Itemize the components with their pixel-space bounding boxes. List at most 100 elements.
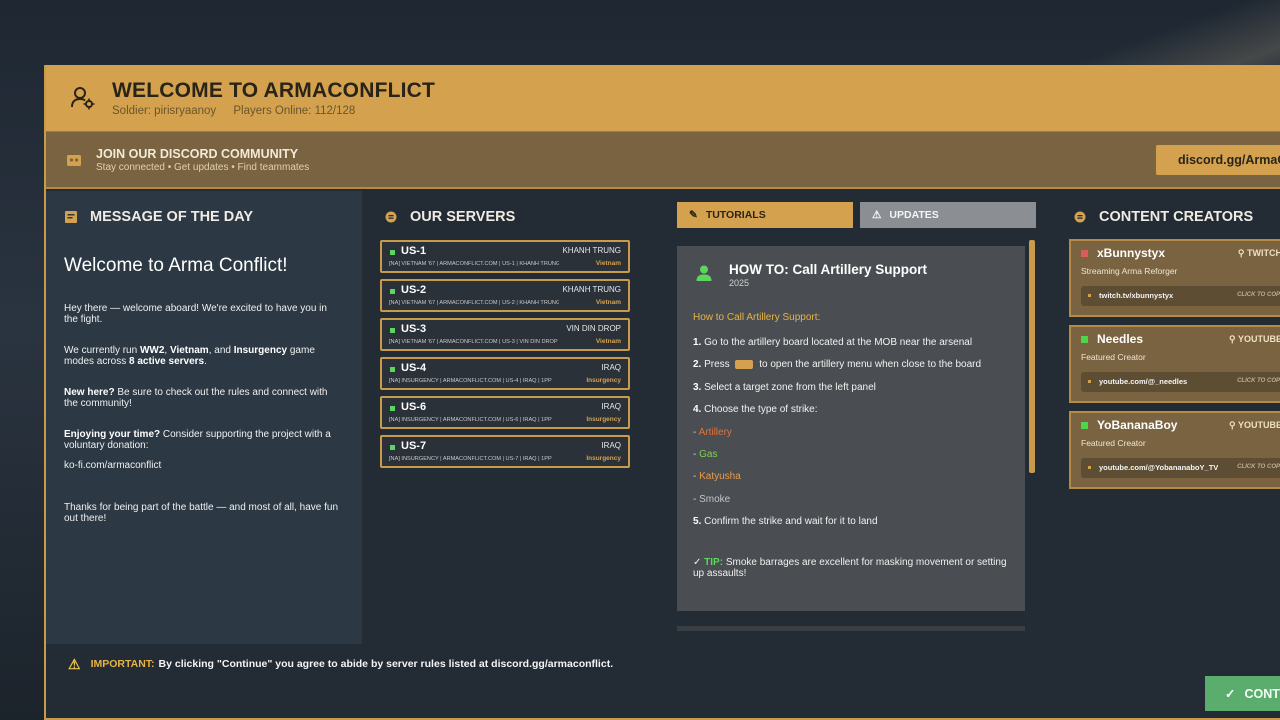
creator-list: xBunnystyx ⚲ TWITCH Streaming Arma Reforge… xyxy=(1069,239,1280,489)
community-icon xyxy=(67,154,81,166)
next-tutorial-card-edge xyxy=(677,626,1025,631)
scrollbar[interactable] xyxy=(1029,240,1035,473)
tutorial-step: 3. Select a target zone from the left pa… xyxy=(693,381,876,393)
live-status-icon xyxy=(1081,422,1088,429)
platform-icon: ⚲ xyxy=(1229,420,1238,430)
server-mode: Insurgency xyxy=(586,455,621,462)
book-icon xyxy=(65,211,77,223)
online-status-icon xyxy=(390,367,395,372)
tab-tutorials[interactable]: ✎ TUTORIALS xyxy=(677,202,853,228)
motd-paragraph: Thanks for being part of the battle — an… xyxy=(64,502,339,524)
motd-paragraph: Hey there — welcome aboard! We're excite… xyxy=(64,303,327,325)
creator-name: xBunnystyx xyxy=(1097,246,1166,260)
warning-icon: ⚠ xyxy=(872,209,882,221)
creator-card: Needles ⚲ YOUTUBE Featured Creator youtube.… xyxy=(1069,325,1280,403)
server-row[interactable]: US-4 IRAQ [NA] INSURGENCY | ARMACONFLICT.C… xyxy=(380,357,630,390)
strike-option: - Gas xyxy=(693,448,718,460)
server-name: US-6 xyxy=(401,401,427,413)
server-name: US-4 xyxy=(401,362,427,374)
server-row[interactable]: US-6 IRAQ [NA] INSURGENCY | ARMACONFLICT.C… xyxy=(380,396,630,429)
players-online: Players Online: 112/128 xyxy=(233,105,356,117)
server-row[interactable]: US-7 IRAQ [NA] INSURGENCY | ARMACONFLICT.C… xyxy=(380,435,630,468)
important-text: By clicking "Continue" you agree to abid… xyxy=(158,658,614,670)
server-map: IRAQ xyxy=(601,402,621,411)
creator-name: YoBananaBoy xyxy=(1097,418,1178,432)
discord-subtitle: Stay connected • Get updates • Find team… xyxy=(96,161,310,173)
servers-heading: OUR SERVERS xyxy=(410,209,516,225)
copy-hint: CLICK TO COPY xyxy=(1237,292,1280,298)
motd-heading: MESSAGE OF THE DAY xyxy=(90,209,254,225)
creator-subtitle: Featured Creator xyxy=(1081,352,1146,362)
creator-platform: ⚲ YOUTUBE xyxy=(1229,420,1280,430)
server-mode: Insurgency xyxy=(586,377,621,384)
person-icon xyxy=(696,265,712,281)
creator-platform: ⚲ TWITCH xyxy=(1237,248,1280,258)
continue-button[interactable]: ✓ CONTINUE xyxy=(1205,676,1280,711)
server-name: US-3 xyxy=(401,323,427,335)
donation-link[interactable]: ko-fi.com/armaconflict xyxy=(64,460,342,471)
creator-card: xBunnystyx ⚲ TWITCH Streaming Arma Reforge… xyxy=(1069,239,1280,317)
copy-hint: CLICK TO COPY xyxy=(1237,464,1280,470)
copy-hint: CLICK TO COPY xyxy=(1237,378,1280,384)
creator-link[interactable]: youtube.com/@YobananaboY_TV CLICK TO COPY xyxy=(1081,458,1280,478)
server-map: IRAQ xyxy=(601,363,621,372)
server-mode: Insurgency xyxy=(586,416,621,423)
user-settings-icon xyxy=(71,87,95,110)
tutorial-intro: How to Call Artillery Support: xyxy=(693,312,821,323)
creators-heading: CONTENT CREATORS xyxy=(1099,209,1254,225)
server-description: [NA] INSURGENCY | ARMACONFLICT.COM | US-… xyxy=(389,378,552,384)
server-name: US-7 xyxy=(401,440,427,452)
server-mode: Vietnam xyxy=(595,299,621,306)
tutorial-step: 2. Press to open the artillery menu when… xyxy=(693,359,982,371)
strike-option: - Katyusha xyxy=(693,471,741,483)
tutorial-step: 5. Confirm the strike and wait for it to… xyxy=(693,516,878,528)
server-description: [NA] INSURGENCY | ARMACONFLICT.COM | US-… xyxy=(389,417,552,423)
tab-updates[interactable]: ⚠ UPDATES xyxy=(860,202,1036,228)
server-description: [NA] VIETNAM '67 | ARMACONFLICT.COM | US… xyxy=(389,261,559,267)
motd-paragraph: Enjoying your time? Consider supporting … xyxy=(64,429,331,451)
soldier-name: Soldier: pirisryaanoy xyxy=(112,105,217,117)
creator-link[interactable]: youtube.com/@_needles CLICK TO COPY xyxy=(1081,372,1280,392)
link-bullet-icon xyxy=(1088,380,1091,383)
server-mode: Vietnam xyxy=(595,260,621,267)
motd-welcome: Welcome to Arma Conflict! xyxy=(64,255,288,276)
server-row[interactable]: US-1 KHANH TRUNG [NA] VIETNAM '67 | ARMACO… xyxy=(380,240,630,273)
server-description: [NA] VIETNAM '67 | ARMACONFLICT.COM | US… xyxy=(389,339,558,345)
online-status-icon xyxy=(390,406,395,411)
tutorial-tabs: ✎ TUTORIALS ⚠ UPDATES xyxy=(677,202,1037,229)
tutorial-icon: ✎ xyxy=(689,209,698,221)
strike-option: - Smoke xyxy=(693,493,731,505)
tutorial-step: 4. Choose the type of strike: xyxy=(693,404,818,416)
live-status-icon xyxy=(1081,250,1088,257)
welcome-dialog: WELCOME TO ARMACONFLICT Soldier: pirisry… xyxy=(44,65,1280,720)
dialog-header: WELCOME TO ARMACONFLICT Soldier: pirisry… xyxy=(46,65,1280,131)
online-status-icon xyxy=(390,445,395,450)
creator-name: Needles xyxy=(1097,332,1144,346)
creator-link[interactable]: twitch.tv/xbunnystyx CLICK TO COPY xyxy=(1081,286,1280,306)
server-description: [NA] VIETNAM '67 | ARMACONFLICT.COM | US… xyxy=(389,300,559,306)
server-description: [NA] INSURGENCY | ARMACONFLICT.COM | US-… xyxy=(389,456,552,462)
tutorial-year: 2025 xyxy=(729,278,750,288)
warning-icon: ⚠ xyxy=(68,655,81,672)
tutorial-title: HOW TO: Call Artillery Support xyxy=(729,262,928,277)
creator-subtitle: Featured Creator xyxy=(1081,438,1146,448)
platform-icon: ⚲ xyxy=(1229,334,1238,344)
server-map: IRAQ xyxy=(601,441,621,450)
online-status-icon xyxy=(390,250,395,255)
server-mode: Vietnam xyxy=(595,338,621,345)
strike-option: - Artillery xyxy=(693,426,732,438)
creators-panel: CONTENT CREATORS xBunnystyx ⚲ TWITCH Strea… xyxy=(1069,191,1280,489)
server-row[interactable]: US-3 VIN DIN DROP [NA] VIETNAM '67 | ARMAC… xyxy=(380,318,630,351)
server-map: KHANH TRUNG xyxy=(562,285,621,294)
server-map: VIN DIN DROP xyxy=(566,324,621,333)
discord-link-button[interactable]: discord.gg/ArmaConflict xyxy=(1156,145,1280,175)
medal-icon xyxy=(385,211,397,223)
creator-subtitle: Streaming Arma Reforger xyxy=(1081,266,1178,276)
server-name: US-1 xyxy=(401,245,427,257)
online-status-icon xyxy=(390,328,395,333)
server-map: KHANH TRUNG xyxy=(562,246,621,255)
link-bullet-icon xyxy=(1088,294,1091,297)
important-notice: ⚠ IMPORTANT: By clicking "Continue" you … xyxy=(46,644,1280,684)
server-row[interactable]: US-2 KHANH TRUNG [NA] VIETNAM '67 | ARMACO… xyxy=(380,279,630,312)
motd-panel: MESSAGE OF THE DAY Welcome to Arma Confl… xyxy=(46,191,362,644)
